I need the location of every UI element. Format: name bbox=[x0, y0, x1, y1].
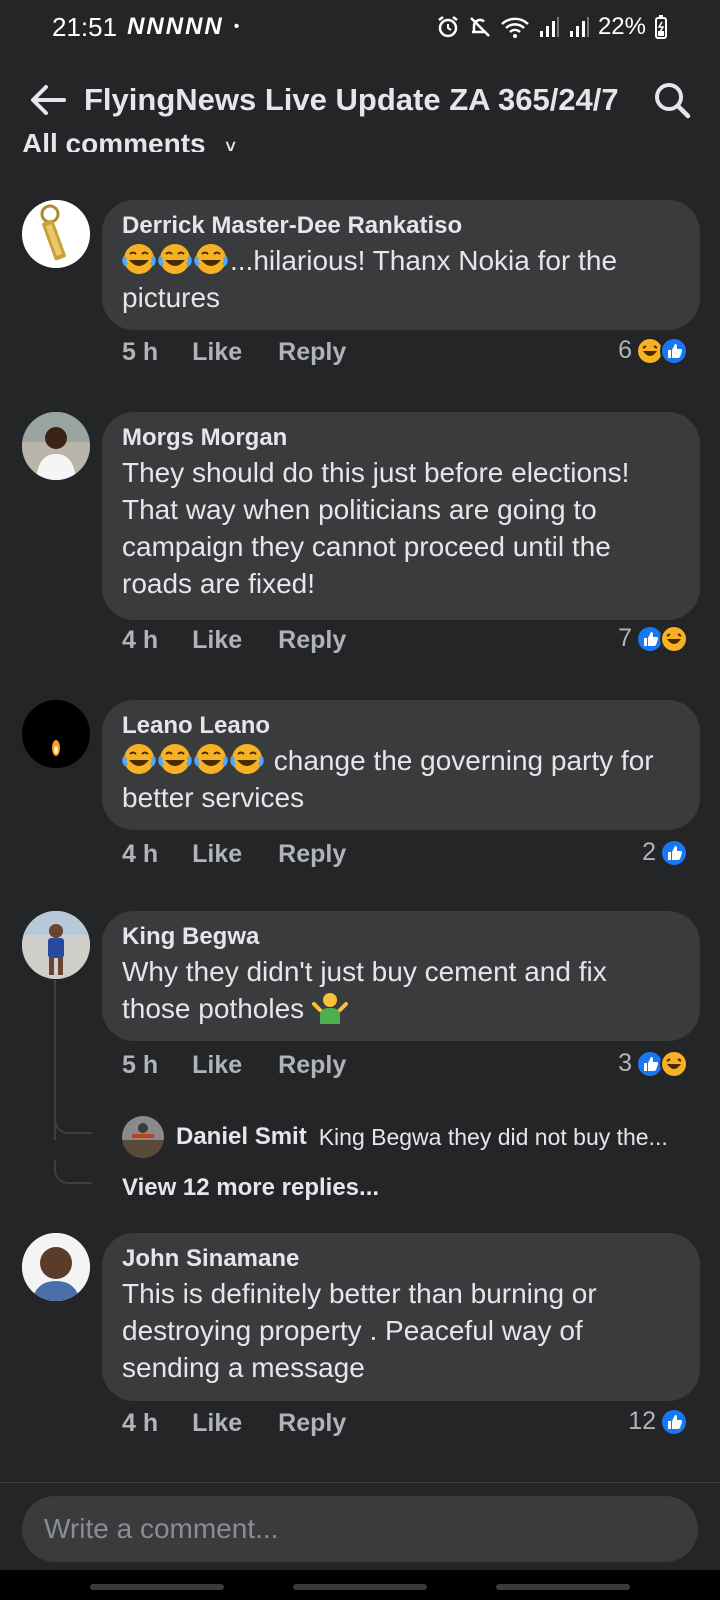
status-bar: 21:51 NNNNN • 22% bbox=[0, 0, 720, 54]
like-button[interactable]: Like bbox=[192, 840, 242, 869]
reply-button[interactable]: Reply bbox=[278, 626, 346, 655]
reply-preview[interactable]: Daniel Smit King Begwa they did not buy … bbox=[122, 1116, 668, 1158]
comment-body: This is definitely better than burning o… bbox=[122, 1278, 597, 1383]
comment-author[interactable]: Morgs Morgan bbox=[122, 422, 680, 454]
avatar bbox=[122, 1116, 164, 1158]
comment-text: change the governing party for better se… bbox=[122, 742, 680, 816]
avatar[interactable] bbox=[22, 911, 90, 979]
composer-divider bbox=[0, 1482, 720, 1483]
page-title: FlyingNews Live Update ZA 365/24/7 bbox=[84, 82, 619, 117]
comment-bubble[interactable]: Morgs Morgan They should do this just be… bbox=[102, 412, 700, 620]
comments-filter[interactable]: All comments ˅ bbox=[22, 122, 236, 152]
comment-text: ...hilarious! Thanx Nokia for the pictur… bbox=[122, 242, 680, 316]
reply-button[interactable]: Reply bbox=[278, 338, 346, 367]
reaction-count: 12 bbox=[628, 1407, 656, 1435]
like-button[interactable]: Like bbox=[192, 626, 242, 655]
reply-text: King Begwa they did not buy the... bbox=[318, 1123, 668, 1150]
avatar[interactable] bbox=[22, 412, 90, 480]
reaction-summary[interactable]: 12 bbox=[628, 1407, 688, 1436]
like-button[interactable]: Like bbox=[192, 1409, 242, 1438]
like-reaction-icon bbox=[660, 336, 688, 365]
like-reaction-icon bbox=[660, 838, 688, 867]
reaction-count: 7 bbox=[618, 624, 632, 652]
reaction-count: 6 bbox=[618, 336, 632, 364]
reply-button[interactable]: Reply bbox=[278, 1409, 346, 1438]
comment-meta: 5 h Like Reply bbox=[122, 338, 346, 367]
reaction-summary[interactable]: 6 bbox=[618, 336, 688, 365]
alarm-icon bbox=[438, 16, 458, 38]
comment-body: Why they didn't just buy cement and fix … bbox=[122, 956, 607, 1024]
like-reaction-icon bbox=[660, 1407, 688, 1436]
comment-bubble[interactable]: Derrick Master-Dee Rankatiso ...hilariou… bbox=[102, 200, 700, 330]
comment-meta: 5 h Like Reply bbox=[122, 1051, 346, 1080]
comment-author[interactable]: Derrick Master-Dee Rankatiso bbox=[122, 210, 680, 242]
arrow-left-icon[interactable] bbox=[26, 78, 70, 122]
comment-time[interactable]: 4 h bbox=[122, 1409, 158, 1438]
comment-meta: 4 h Like Reply bbox=[122, 1409, 346, 1438]
reply-button[interactable]: Reply bbox=[278, 1051, 346, 1080]
comment-meta: 4 h Like Reply bbox=[122, 626, 346, 655]
haha-reaction-icon bbox=[660, 1049, 688, 1078]
reply-button[interactable]: Reply bbox=[278, 840, 346, 869]
comment-bubble[interactable]: Leano Leano change the governing party f… bbox=[102, 700, 700, 830]
reply-author: Daniel Smit bbox=[176, 1123, 307, 1150]
status-time: 21:51 bbox=[52, 11, 118, 42]
comment-time[interactable]: 4 h bbox=[122, 626, 158, 655]
avatar[interactable] bbox=[22, 700, 90, 768]
comment-author[interactable]: King Begwa bbox=[122, 921, 680, 953]
chevron-down-icon: ˅ bbox=[225, 137, 236, 152]
signal-icon-2 bbox=[569, 17, 589, 37]
filter-label: All comments bbox=[22, 128, 206, 152]
reaction-count: 3 bbox=[618, 1049, 632, 1077]
comment-text: Why they didn't just buy cement and fix … bbox=[122, 953, 680, 1033]
wifi-icon bbox=[501, 17, 529, 38]
reaction-count: 2 bbox=[642, 838, 656, 866]
like-button[interactable]: Like bbox=[192, 338, 242, 367]
status-dot: • bbox=[233, 18, 240, 35]
battery-percent: 22% bbox=[597, 13, 646, 40]
haha-reaction-icon bbox=[660, 624, 688, 653]
reaction-summary[interactable]: 7 bbox=[618, 624, 688, 653]
reaction-summary[interactable]: 2 bbox=[642, 838, 688, 867]
mute-icon bbox=[470, 17, 490, 37]
view-more-replies-link[interactable]: View 12 more replies... bbox=[122, 1174, 379, 1202]
reaction-summary[interactable]: 3 bbox=[618, 1049, 688, 1078]
comment-time[interactable]: 5 h bbox=[122, 338, 158, 367]
battery-icon bbox=[655, 15, 667, 39]
nav-home-button[interactable] bbox=[293, 1584, 427, 1590]
thread-branch bbox=[54, 1160, 92, 1184]
comment-time[interactable]: 4 h bbox=[122, 840, 158, 869]
comment-time[interactable]: 5 h bbox=[122, 1051, 158, 1080]
comment-body: They should do this just before election… bbox=[122, 457, 630, 599]
nav-recent-button[interactable] bbox=[90, 1584, 224, 1590]
system-nav-bar bbox=[0, 1570, 720, 1600]
like-button[interactable]: Like bbox=[192, 1051, 242, 1080]
notification-icons: NNNNN bbox=[127, 13, 224, 40]
avatar[interactable] bbox=[22, 1233, 90, 1301]
comment-author[interactable]: John Sinamane bbox=[122, 1243, 680, 1275]
comment-composer[interactable] bbox=[22, 1496, 698, 1562]
comment-bubble[interactable]: King Begwa Why they didn't just buy ceme… bbox=[102, 911, 700, 1041]
comment-input[interactable] bbox=[44, 1513, 676, 1545]
thread-branch bbox=[54, 1110, 92, 1134]
nav-back-button[interactable] bbox=[496, 1584, 630, 1590]
search-icon[interactable] bbox=[650, 78, 694, 122]
comment-meta: 4 h Like Reply bbox=[122, 840, 346, 869]
comment-bubble[interactable]: John Sinamane This is definitely better … bbox=[102, 1233, 700, 1401]
laughing-tears-emoji-icon bbox=[122, 242, 228, 276]
signal-icon bbox=[539, 17, 559, 37]
person-shrugging-emoji-icon bbox=[311, 990, 348, 1033]
laughing-tears-emoji-icon bbox=[122, 742, 264, 776]
avatar[interactable] bbox=[22, 200, 90, 268]
comment-author[interactable]: Leano Leano bbox=[122, 710, 680, 742]
